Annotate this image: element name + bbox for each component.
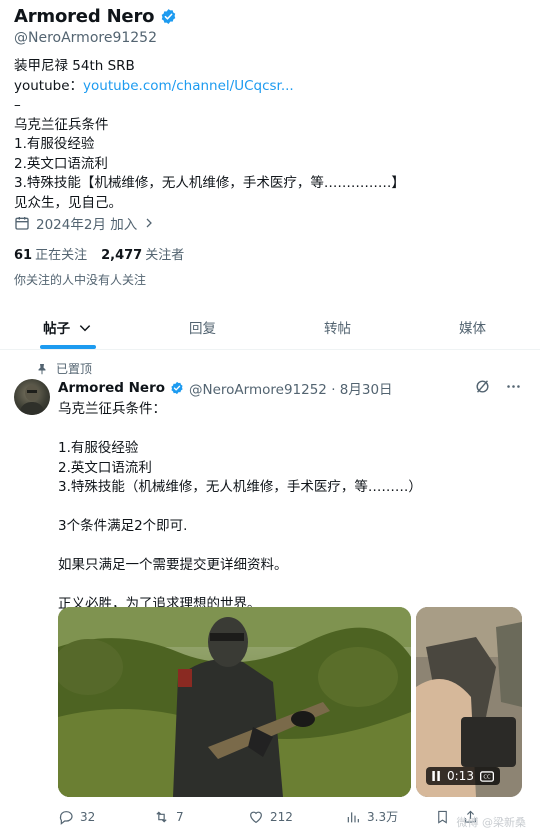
following-link[interactable]: 61 正在关注 [14,244,87,263]
tweet-line [58,576,518,596]
calendar-icon [15,217,29,230]
tweet-header: Armored Nero @NeroArmore91252 · 8月30日 [58,378,393,398]
pin-icon [38,363,46,374]
following-label: 正在关注 [35,248,88,263]
repost-icon [156,810,167,823]
bookmark-icon [438,810,447,824]
profile-display-name: Armored Nero [14,6,155,27]
views-chart-icon [347,811,359,822]
chevron-right-icon [146,218,153,228]
youtube-link[interactable]: youtube.com/channel/UCqcsr... [83,78,294,94]
tweet-line [58,420,518,440]
like-count: 212 [270,809,293,824]
tweet-handle-date[interactable]: @NeroArmore91252 · 8月30日 [189,378,393,398]
pause-icon[interactable] [432,771,441,781]
follow-stats: 61 正在关注 2,477 关注者 [14,244,184,263]
bio-line: 2.英文口语流利 [14,155,108,172]
profile-bio: 装甲尼禄 54th SRB youtube：youtube.com/channe… [14,57,529,213]
joined-date[interactable]: 2024年2月 加入 [14,213,155,233]
svg-text:CC: CC [483,774,491,780]
reply-icon [59,810,73,825]
bio-line: 3.特殊技能【机械维修，无人机维修，手术医疗，等……………】 [14,175,405,191]
video-duration: 0:13 [447,769,474,783]
tab-posts-label: 帖子 [43,321,71,337]
avatar-image [19,385,45,415]
avatar[interactable] [14,379,50,415]
profile-handle: @NeroArmore91252 [14,30,157,46]
profile-tabs: 帖子 回复 转帖 媒体 [0,312,540,350]
followed-by-text: 你关注的人中没有人关注 [14,273,147,287]
joined-text: 2024年2月 加入 [36,217,138,233]
tweet-line: 3.特殊技能（机械维修，无人机维修，手术医疗，等………） [58,479,422,495]
active-tab-indicator [39,345,96,349]
tab-replies[interactable]: 回复 [135,312,270,349]
soldier-photo [58,607,411,797]
bio-line: – [14,97,21,113]
bio-line: 见众生，见自己。 [14,194,122,211]
tweet-photo[interactable] [58,607,411,797]
like-button[interactable]: 212 [248,809,345,825]
chevron-down-icon [79,325,91,332]
tweet-line: 1.有服役经验 [58,440,139,456]
grok-icon[interactable] [474,378,491,395]
pinned-indicator: 已置顶 [36,360,92,377]
followers-label: 关注者 [145,248,185,263]
tweet-text: 乌克兰征兵条件： 1.有服役经验 2.英文口语流利 3.特殊技能（机械维修，无人… [58,400,518,615]
bio-line: 1.有服役经验 [14,136,95,152]
profile-name-row: Armored Nero [14,6,177,27]
weibo-watermark: 微博 @梁新桑 [456,816,527,829]
verified-badge-icon [171,381,183,395]
tweet-line: 如果只满足一个需要提交更详细资料。 [58,557,288,573]
followers-link[interactable]: 2,477 关注者 [101,244,184,263]
tab-media[interactable]: 媒体 [405,312,540,349]
tweet-line: 3个条件满足2个即可. [58,518,188,534]
tweet-line [58,537,518,557]
tweet-line: 2.英文口语流利 [58,459,152,476]
following-count: 61 [14,248,33,263]
bio-line: 乌克兰征兵条件 [14,116,109,133]
tab-reposts[interactable]: 转帖 [270,312,405,349]
views-count: 3.3万 [367,810,399,824]
heart-icon [250,811,262,823]
tweet-line [58,498,518,518]
tab-posts[interactable]: 帖子 [0,312,135,349]
reply-button[interactable]: 32 [58,809,153,825]
reply-count: 32 [80,809,96,824]
verified-badge-icon [161,9,176,24]
views-button[interactable]: 3.3万 [345,808,435,825]
followers-count: 2,477 [101,248,143,263]
tweet-line: 乌克兰征兵条件： [58,401,166,417]
tweet-author-name[interactable]: Armored Nero [58,380,165,396]
more-options-icon[interactable] [505,378,522,395]
bio-line: 装甲尼禄 54th SRB [14,58,135,74]
tweet-header-actions [474,378,522,395]
video-controls-badge[interactable]: 0:13 CC [426,767,500,785]
repost-button[interactable]: 7 [153,809,248,825]
captions-icon[interactable]: CC [479,770,494,782]
pinned-label: 已置顶 [56,362,93,376]
bio-youtube-line: youtube：youtube.com/channel/UCqcsr... [14,77,529,97]
repost-count: 7 [176,809,184,824]
bio-youtube-label: youtube： [14,77,84,94]
